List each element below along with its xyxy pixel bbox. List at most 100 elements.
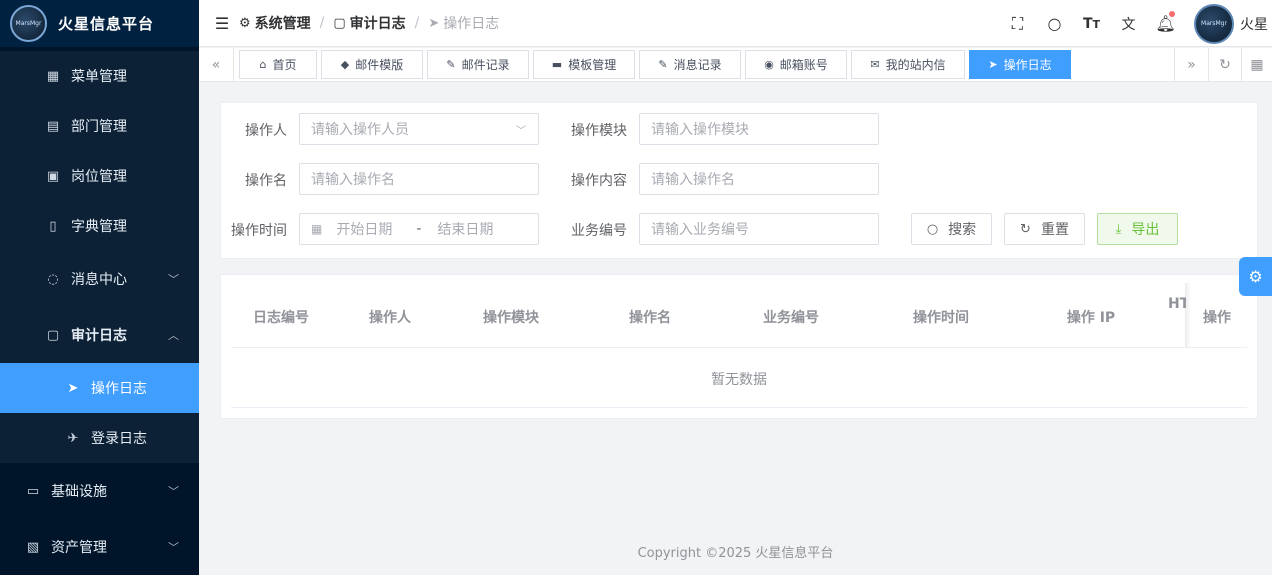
gear-icon: ⚙ bbox=[239, 15, 251, 31]
chevron-up-icon: ︿ bbox=[168, 329, 179, 342]
sidebar-item-label: 登录日志 bbox=[91, 431, 147, 447]
column-header[interactable]: 业务编号 bbox=[741, 307, 841, 327]
tag-my-inbox[interactable]: ✉ 我的站内信 bbox=[851, 50, 965, 79]
sidebar-item-label: 消息中心 bbox=[71, 272, 127, 288]
biz-label: 业务编号 bbox=[571, 223, 627, 239]
operator-label: 操作人 bbox=[245, 123, 287, 139]
content-label: 操作内容 bbox=[571, 173, 627, 189]
fullscreen-icon[interactable]: ⛶ bbox=[999, 14, 1036, 34]
send-icon: ➤ bbox=[988, 58, 998, 71]
tag-operation-log[interactable]: ➤ 操作日志 bbox=[969, 50, 1071, 79]
scroll-right-icon[interactable]: » bbox=[1174, 48, 1209, 82]
chevron-down-icon: ﹀ bbox=[168, 541, 179, 554]
username[interactable]: 火星 bbox=[1240, 14, 1268, 34]
column-header[interactable]: 操作 bbox=[1197, 307, 1237, 327]
sidebar-item-label: 审计日志 bbox=[71, 328, 127, 344]
font-size-icon[interactable]: TT bbox=[1073, 16, 1110, 32]
column-header[interactable]: 操作 IP bbox=[1041, 307, 1141, 327]
edit-icon: ✎ bbox=[658, 58, 668, 71]
tag-mail-template[interactable]: ◆ 邮件模版 bbox=[321, 50, 423, 79]
refresh-icon[interactable]: ↻ bbox=[1209, 48, 1242, 82]
breadcrumb-separator: / bbox=[319, 15, 325, 31]
badge-icon: ▣ bbox=[46, 168, 60, 184]
chat-icon: ◌ bbox=[47, 271, 59, 287]
logo-row[interactable]: MarsMgr 火星信息平台 bbox=[0, 0, 199, 47]
breadcrumb-item[interactable]: ▢ 审计日志 bbox=[333, 13, 405, 33]
export-button[interactable]: ⤓ 导出 bbox=[1097, 213, 1178, 245]
search-icon[interactable]: ○ bbox=[1036, 14, 1073, 33]
sidebar-item-label: 资产管理 bbox=[51, 540, 107, 556]
sidebar-item-login-log[interactable]: ✈ 登录日志 bbox=[0, 413, 199, 463]
id-card-icon: ▤ bbox=[46, 118, 60, 134]
sidebar-item-message-center[interactable]: ◌ 消息中心 ﹀ bbox=[0, 251, 199, 307]
paper-plane-icon: ✈ bbox=[67, 430, 79, 446]
document-icon: ▢ bbox=[333, 15, 346, 31]
name-label: 操作名 bbox=[245, 173, 287, 189]
topbar: ☰ ⚙ 系统管理 / ▢ 审计日志 / ➤ 操作日志 ⛶ ○ TT 文 🔔︎ Mars… bbox=[199, 0, 1272, 47]
operator-select[interactable]: 请输入操作人员 ﹀ bbox=[299, 113, 539, 145]
sidebar-item-label: 岗位管理 bbox=[71, 169, 127, 185]
refresh-icon: ↻ bbox=[1020, 221, 1031, 237]
box-icon: ▬ bbox=[551, 58, 563, 71]
document-icon: ▢ bbox=[46, 327, 60, 343]
edit-icon: ✎ bbox=[446, 58, 456, 71]
search-button[interactable]: ○ 搜索 bbox=[911, 213, 992, 245]
sidebar-item-menu[interactable]: ▦ 菜单管理 bbox=[0, 51, 199, 101]
grid-icon: ▦ bbox=[46, 68, 60, 84]
breadcrumb-item[interactable]: ⚙ 系统管理 bbox=[239, 13, 311, 33]
notification-dot bbox=[1169, 11, 1175, 17]
tag-message-record[interactable]: ✎ 消息记录 bbox=[639, 50, 741, 79]
logo-image: MarsMgr bbox=[10, 5, 47, 42]
biz-input[interactable]: 请输入业务编号 bbox=[639, 213, 879, 245]
column-header[interactable]: HT bbox=[1168, 296, 1186, 312]
avatar[interactable]: MarsMgr bbox=[1194, 3, 1234, 44]
sidebar-item-assets[interactable]: ▧ 资产管理 ﹀ bbox=[0, 519, 199, 575]
tag-mail-account[interactable]: ◉ 邮箱账号 bbox=[745, 50, 847, 79]
tag-icon: ◆ bbox=[340, 58, 350, 71]
tag-home[interactable]: ⌂ 首页 bbox=[239, 50, 317, 79]
module-label: 操作模块 bbox=[571, 123, 627, 139]
chevron-down-icon: ﹀ bbox=[516, 125, 526, 137]
reset-button[interactable]: ↻ 重置 bbox=[1004, 213, 1085, 245]
start-date-input[interactable]: 开始日期 bbox=[336, 219, 412, 239]
tags-bar: « ⌂ 首页 ◆ 邮件模版 ✎ 邮件记录 ▬ 模板管理 ✎ 消息记录 ◉ 邮箱账号 ✉ 我的站… bbox=[199, 48, 1272, 82]
breadcrumb-current: ➤ 操作日志 bbox=[428, 15, 500, 33]
date-range-picker[interactable]: ▦ 开始日期 - 结束日期 bbox=[299, 213, 539, 245]
sidebar-item-dict[interactable]: ▯ 字典管理 bbox=[0, 201, 199, 251]
time-label: 操作时间 bbox=[231, 223, 287, 239]
module-input[interactable]: 请输入操作模块 bbox=[639, 113, 879, 145]
book-icon: ▯ bbox=[49, 218, 57, 234]
sidebar-item-infra[interactable]: ▭ 基础设施 ﹀ bbox=[0, 463, 199, 519]
sidebar-item-dept[interactable]: ▤ 部门管理 bbox=[0, 101, 199, 151]
grid-menu-icon[interactable]: ▦ bbox=[1242, 48, 1272, 82]
search-icon: ○ bbox=[926, 221, 939, 237]
range-separator: - bbox=[416, 221, 422, 237]
sidebar-item-label: 部门管理 bbox=[71, 119, 127, 135]
chevron-down-icon: ﹀ bbox=[168, 485, 179, 498]
column-header[interactable]: 操作人 bbox=[340, 307, 440, 327]
name-input[interactable]: 请输入操作名 bbox=[299, 163, 539, 195]
header-tools: ⛶ ○ TT 文 🔔︎ MarsMgr 火星 bbox=[999, 0, 1272, 47]
sidebar-item-audit-log[interactable]: ▢ 审计日志 ︿ bbox=[0, 307, 199, 363]
fixed-column-shadow bbox=[1185, 283, 1191, 347]
table-bottom-divider bbox=[231, 407, 1247, 408]
footer: Copyright ©2025 火星信息平台 bbox=[637, 546, 834, 561]
settings-gear-icon[interactable]: ⚙ bbox=[1239, 257, 1272, 296]
column-header[interactable]: 操作名 bbox=[600, 307, 700, 327]
mail-icon: ✉ bbox=[870, 58, 880, 71]
menu-toggle-icon[interactable]: ☰ bbox=[199, 14, 239, 33]
sidebar-item-post[interactable]: ▣ 岗位管理 bbox=[0, 151, 199, 201]
column-header[interactable]: 日志编号 bbox=[231, 307, 331, 327]
tag-template-manage[interactable]: ▬ 模板管理 bbox=[533, 50, 635, 79]
translate-icon[interactable]: 文 bbox=[1110, 14, 1147, 34]
tag-mail-record[interactable]: ✎ 邮件记录 bbox=[427, 50, 529, 79]
sidebar-item-operation-log[interactable]: ➤ 操作日志 bbox=[0, 363, 199, 413]
empty-text: 暂无数据 bbox=[711, 372, 767, 388]
end-date-input[interactable]: 结束日期 bbox=[437, 219, 493, 239]
content-input[interactable]: 请输入操作名 bbox=[639, 163, 879, 195]
bell-icon[interactable]: 🔔︎ bbox=[1147, 11, 1184, 33]
column-header[interactable]: 操作模块 bbox=[461, 307, 561, 327]
scroll-left-icon[interactable]: « bbox=[199, 48, 234, 82]
chevron-down-icon: ﹀ bbox=[168, 273, 179, 286]
column-header[interactable]: 操作时间 bbox=[891, 307, 991, 327]
